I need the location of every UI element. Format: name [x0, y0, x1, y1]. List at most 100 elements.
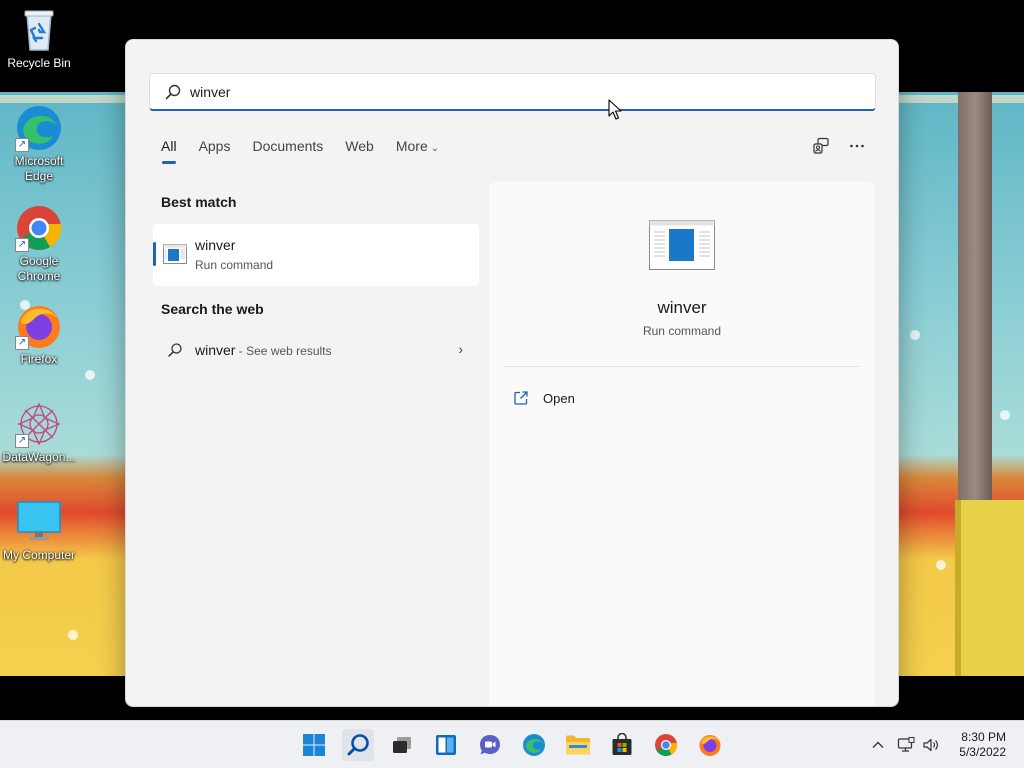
selection-indicator — [153, 242, 156, 266]
desktop-icon-label: My Computer — [2, 548, 76, 562]
wallpaper-post — [958, 92, 992, 522]
taskbar-edge-button[interactable] — [518, 729, 550, 761]
filter-tabs: All Apps Documents Web More ⌄ — [161, 137, 461, 167]
tab-apps[interactable]: Apps — [199, 137, 231, 167]
desktop-icon-label: Firefox — [20, 352, 58, 366]
wallpaper-dot — [68, 630, 78, 640]
chrome-icon — [655, 734, 678, 756]
detail-type: Run command — [642, 324, 722, 338]
shortcut-arrow-icon: ↗ — [15, 138, 29, 152]
web-result-text: winver - See web results — [195, 342, 332, 358]
shortcut-arrow-icon: ↗ — [15, 238, 29, 252]
wallpaper-dot — [85, 370, 95, 380]
search-box[interactable] — [149, 73, 876, 111]
search-icon — [347, 734, 369, 756]
desktop-icon-label: Microsoft Edge — [14, 154, 64, 183]
datawagon-icon: ↗ — [15, 400, 63, 448]
search-icon — [168, 343, 182, 357]
volume-button[interactable] — [921, 735, 941, 755]
task-view-icon — [393, 737, 411, 753]
detail-pane: winver Run command Open — [489, 182, 875, 706]
taskbar-file-explorer-button[interactable] — [562, 729, 594, 761]
tab-label: Documents — [252, 138, 324, 154]
web-result-item[interactable]: winver - See web results › — [153, 330, 479, 370]
edge-icon — [523, 734, 545, 756]
best-match-item[interactable]: winver Run command — [153, 224, 479, 286]
wallpaper-dot — [936, 560, 946, 570]
widgets-icon — [436, 735, 456, 755]
best-match-type: Run command — [195, 258, 274, 272]
chevron-down-icon: ⌄ — [430, 143, 440, 154]
taskbar-chat-button[interactable] — [474, 729, 506, 761]
store-icon — [612, 733, 632, 755]
desktop-icon-recycle-bin[interactable]: Recycle Bin — [1, 6, 77, 71]
chevron-right-icon: › — [458, 341, 463, 357]
desktop-icon-label: Recycle Bin — [7, 56, 71, 70]
wallpaper-block — [955, 500, 1024, 676]
clock-date: 5/3/2022 — [959, 745, 1006, 759]
network-button[interactable] — [896, 735, 916, 755]
chevron-up-icon — [872, 741, 884, 748]
taskbar-search-button[interactable] — [342, 729, 374, 761]
show-hidden-icons-button[interactable] — [868, 735, 888, 755]
taskbar-widgets-button[interactable] — [430, 729, 462, 761]
search-icon — [165, 84, 181, 100]
chrome-icon: ↗ — [15, 204, 63, 252]
tab-documents[interactable]: Documents — [252, 137, 323, 167]
recycle-bin-icon — [15, 6, 63, 54]
open-action[interactable]: Open — [513, 386, 575, 410]
desktop-icon-label: Google Chrome — [17, 254, 61, 283]
firefox-icon: ↗ — [15, 302, 63, 350]
divider — [505, 366, 859, 367]
shortcut-arrow-icon: ↗ — [15, 434, 29, 448]
clock-time: 8:30 PM — [961, 730, 1006, 744]
desktop-icon-chrome[interactable]: ↗ Google Chrome — [1, 204, 77, 284]
taskbar-task-view-button[interactable] — [386, 729, 418, 761]
desktop-icon-label: DataWagon... — [2, 450, 76, 464]
wallpaper-dot — [1000, 410, 1010, 420]
folder-icon — [566, 735, 590, 755]
best-match-heading: Best match — [161, 194, 237, 210]
web-result-query: winver — [195, 342, 236, 358]
monitor-icon — [15, 498, 63, 546]
share-feedback-button[interactable] — [807, 132, 835, 160]
tab-web[interactable]: Web — [345, 137, 374, 167]
chat-icon — [480, 735, 500, 755]
wallpaper-dot — [910, 330, 920, 340]
volume-icon — [923, 738, 938, 752]
best-match-name: winver — [195, 237, 236, 253]
desktop-icon-my-computer[interactable]: My Computer — [1, 498, 77, 563]
network-icon — [897, 737, 915, 752]
window-app-icon — [163, 244, 187, 264]
taskbar-firefox-button[interactable] — [694, 729, 726, 761]
taskbar-chrome-button[interactable] — [650, 729, 682, 761]
tab-label: Web — [345, 138, 374, 154]
share-feedback-icon — [813, 137, 829, 154]
tab-more[interactable]: More ⌄ — [396, 137, 439, 167]
taskbar-clock[interactable]: 8:30 PM 5/3/2022 — [959, 730, 1006, 760]
web-result-suffix: - See web results — [235, 344, 332, 358]
detail-name: winver — [657, 298, 707, 317]
taskbar-store-button[interactable] — [606, 729, 638, 761]
open-label: Open — [543, 390, 575, 406]
more-options-button[interactable] — [843, 132, 871, 160]
search-input[interactable] — [190, 78, 850, 106]
more-options-icon — [850, 144, 864, 148]
window-app-icon — [649, 220, 715, 270]
search-web-heading: Search the web — [161, 301, 264, 317]
firefox-icon — [699, 735, 721, 756]
desktop-icon-firefox[interactable]: ↗ Firefox — [1, 302, 77, 367]
desktop-icon-datawagon[interactable]: ↗ DataWagon... — [1, 400, 77, 465]
tab-label: Apps — [198, 138, 231, 154]
taskbar: 8:30 PM 5/3/2022 — [0, 720, 1024, 768]
edge-icon: ↗ — [15, 104, 63, 152]
search-panel: All Apps Documents Web More⌄ Best match … — [125, 39, 899, 707]
shortcut-arrow-icon: ↗ — [15, 336, 29, 350]
open-external-icon — [514, 391, 528, 405]
taskbar-start-button[interactable] — [298, 729, 330, 761]
tab-label: All — [161, 138, 177, 154]
desktop-icon-edge[interactable]: ↗ Microsoft Edge — [1, 104, 77, 184]
tab-label: More — [395, 138, 428, 154]
tab-all[interactable]: All — [161, 137, 177, 167]
windows-start-icon — [303, 734, 325, 756]
